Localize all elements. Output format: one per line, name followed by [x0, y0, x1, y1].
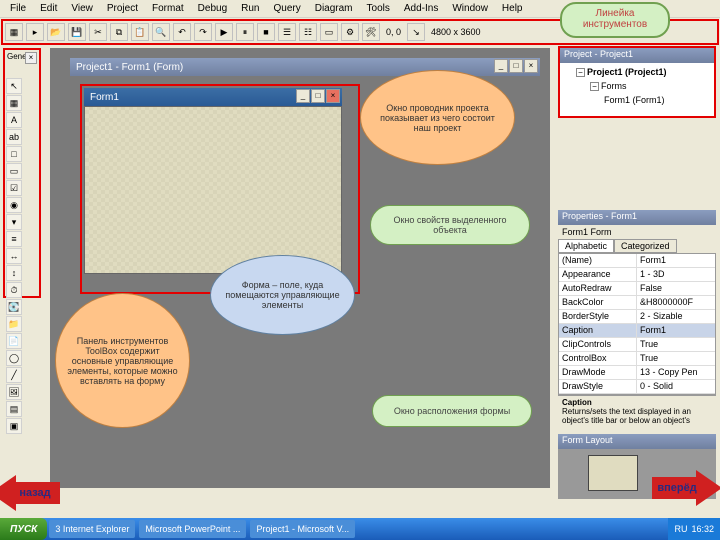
ole-tool-icon[interactable]: ▣ [6, 418, 22, 434]
callout-layout: Окно расположения формы [372, 395, 532, 427]
taskbar-item-vb[interactable]: Project1 - Microsoft V... [250, 520, 355, 538]
toolbox-close-icon[interactable]: × [25, 52, 37, 64]
form-minimize-icon[interactable]: _ [296, 89, 310, 103]
menu-query[interactable]: Query [267, 2, 306, 15]
menu-format[interactable]: Format [146, 2, 190, 15]
project-explorer-icon[interactable]: ☰ [278, 23, 296, 41]
form-close-icon[interactable]: × [326, 89, 340, 103]
copy-icon[interactable]: ⧉ [110, 23, 128, 41]
file-tool-icon[interactable]: 📄 [6, 333, 22, 349]
menu-debug[interactable]: Debug [192, 2, 233, 15]
minimize-icon[interactable]: _ [494, 59, 508, 73]
taskbar-item-ie[interactable]: 3 Internet Explorer [49, 520, 135, 538]
properties-header: Properties - Form1 [558, 210, 716, 225]
hscroll-tool-icon[interactable]: ↔ [6, 248, 22, 264]
checkbox-tool-icon[interactable]: ☑ [6, 180, 22, 196]
properties-object-selector[interactable]: Form1 Form [558, 225, 716, 239]
nav-back-button[interactable]: назад [0, 475, 70, 511]
picturebox-tool-icon[interactable]: ▦ [6, 95, 22, 111]
menu-file[interactable]: File [4, 2, 32, 15]
callout-properties: Окно свойств выделенного объекта [370, 205, 530, 245]
project-explorer-panel: Project - Project1 −Project1 (Project1) … [558, 46, 716, 118]
menu-window[interactable]: Window [446, 2, 494, 15]
new-project-icon[interactable]: ▦ [5, 23, 23, 41]
timer-tool-icon[interactable]: ⏱ [6, 282, 22, 298]
callout-explorer: Окно проводник проекта показывает из чег… [360, 70, 515, 165]
paste-icon[interactable]: 📋 [131, 23, 149, 41]
data-tool-icon[interactable]: ▤ [6, 401, 22, 417]
shape-tool-icon[interactable]: ◯ [6, 350, 22, 366]
save-icon[interactable]: 💾 [68, 23, 86, 41]
find-icon[interactable]: 🔍 [152, 23, 170, 41]
combobox-tool-icon[interactable]: ▾ [6, 214, 22, 230]
tab-alphabetic[interactable]: Alphabetic [558, 239, 614, 253]
properties-icon[interactable]: ☷ [299, 23, 317, 41]
start-button[interactable]: ПУСК [0, 518, 47, 540]
pointer-tool-icon[interactable]: ↖ [6, 78, 22, 94]
tray-time: 16:32 [691, 524, 714, 534]
toolbox-icon[interactable]: 🛠 [362, 23, 380, 41]
collapse-icon[interactable]: − [576, 68, 585, 77]
menu-addins[interactable]: Add-Ins [398, 2, 444, 15]
collapse-icon[interactable]: − [590, 82, 599, 91]
line-tool-icon[interactable]: ╱ [6, 367, 22, 383]
textbox-tool-icon[interactable]: ab [6, 129, 22, 145]
add-form-icon[interactable]: ▸ [26, 23, 44, 41]
menu-tools[interactable]: Tools [361, 2, 396, 15]
menu-run[interactable]: Run [235, 2, 265, 15]
project-explorer-header: Project - Project1 [560, 48, 714, 63]
drive-tool-icon[interactable]: 💽 [6, 299, 22, 315]
toolbox-panel: × General ↖ ▦ A ab □ ▭ ☑ ◉ ▾ ≡ ↔ ↕ ⏱ 💽 📁… [3, 48, 41, 298]
vscroll-tool-icon[interactable]: ↕ [6, 265, 22, 281]
run-icon[interactable]: ▶ [215, 23, 233, 41]
stop-icon[interactable]: ■ [257, 23, 275, 41]
form-layout-mini-form[interactable] [588, 455, 638, 491]
tree-forms-folder[interactable]: −Forms [562, 79, 712, 93]
property-description: Caption Returns/sets the text displayed … [558, 395, 716, 427]
image-tool-icon[interactable]: 🖼 [6, 384, 22, 400]
properties-panel: Properties - Form1 Form1 Form Alphabetic… [558, 210, 716, 430]
option-tool-icon[interactable]: ◉ [6, 197, 22, 213]
pause-icon[interactable]: ⏸ [236, 23, 254, 41]
menu-view[interactable]: View [65, 2, 99, 15]
callout-form: Форма – поле, куда помещаются управляющи… [210, 255, 355, 335]
menu-help[interactable]: Help [496, 2, 529, 15]
coords-display: 0, 0 [383, 27, 404, 37]
cut-icon[interactable]: ✂ [89, 23, 107, 41]
size-display: 4800 x 3600 [428, 27, 484, 37]
menu-project[interactable]: Project [101, 2, 144, 15]
tab-categorized[interactable]: Categorized [614, 239, 677, 253]
form-designer[interactable]: Form1 _ □ × [84, 88, 342, 276]
maximize-icon[interactable]: □ [509, 59, 523, 73]
tray-lang[interactable]: RU [674, 524, 687, 534]
label-tool-icon[interactable]: A [6, 112, 22, 128]
open-icon[interactable]: 📂 [47, 23, 65, 41]
form-design-surface[interactable] [84, 106, 342, 274]
frame-tool-icon[interactable]: □ [6, 146, 22, 162]
taskbar: ПУСК 3 Internet Explorer Microsoft Power… [0, 518, 720, 540]
dir-tool-icon[interactable]: 📁 [6, 316, 22, 332]
properties-grid[interactable]: (Name)Form1 Appearance1 - 3D AutoRedrawF… [558, 253, 716, 395]
form-layout-header: Form Layout [558, 434, 716, 449]
form-maximize-icon[interactable]: □ [311, 89, 325, 103]
undo-icon[interactable]: ↶ [173, 23, 191, 41]
listbox-tool-icon[interactable]: ≡ [6, 231, 22, 247]
callout-toolbox: Панель инструментов ToolBox содержит осн… [55, 293, 190, 428]
redo-icon[interactable]: ↷ [194, 23, 212, 41]
system-tray[interactable]: RU 16:32 [668, 518, 720, 540]
object-browser-icon[interactable]: ⚙ [341, 23, 359, 41]
nav-forward-button[interactable]: вперёд [642, 470, 712, 506]
menu-diagram[interactable]: Diagram [309, 2, 359, 15]
taskbar-item-powerpoint[interactable]: Microsoft PowerPoint ... [139, 520, 246, 538]
button-tool-icon[interactable]: ▭ [6, 163, 22, 179]
menu-edit[interactable]: Edit [34, 2, 63, 15]
close-icon[interactable]: × [524, 59, 538, 73]
label-toolbar-callout: Линейка инструментов [560, 2, 670, 38]
form-layout-icon[interactable]: ▭ [320, 23, 338, 41]
position-icon: ↘ [407, 23, 425, 41]
tree-project-node[interactable]: −Project1 (Project1) [562, 65, 712, 79]
tree-form-item[interactable]: Form1 (Form1) [562, 93, 712, 107]
